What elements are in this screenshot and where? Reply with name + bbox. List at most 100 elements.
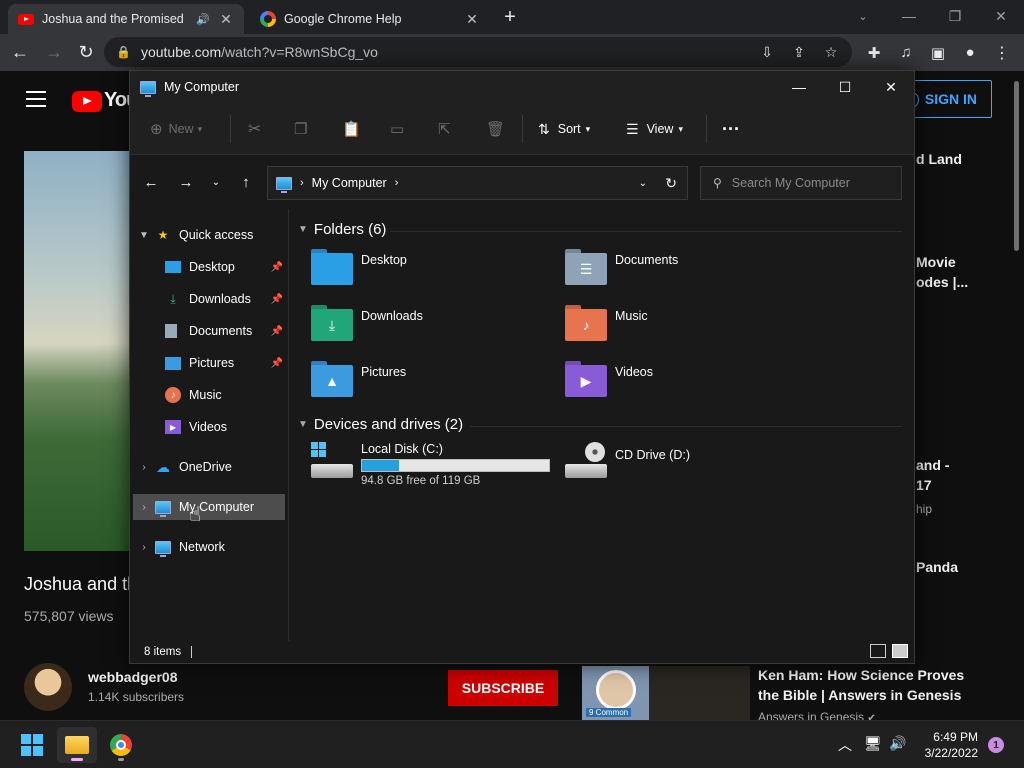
close-button[interactable]: ✕ — [868, 71, 914, 103]
channel-name[interactable]: webbadger08 — [88, 669, 177, 685]
notification-badge[interactable]: 1 — [988, 737, 1004, 753]
address-dropdown-icon[interactable]: ⌄ — [639, 178, 647, 189]
restore-button[interactable]: ❐ — [932, 0, 978, 32]
explorer-title-bar[interactable]: My Computer — ☐ ✕ — [130, 71, 914, 103]
side-panel-icon[interactable]: ▣ — [922, 37, 954, 69]
folder-desktop[interactable]: Desktop — [311, 249, 407, 285]
back-button[interactable]: ← — [137, 169, 165, 195]
nav-item-music[interactable]: ♪ Music — [133, 382, 285, 408]
tab-chrome-help[interactable]: Google Chrome Help ✕ — [250, 4, 490, 34]
channel-avatar[interactable] — [24, 663, 72, 711]
chevron-right-icon[interactable]: › — [133, 502, 155, 513]
maximize-button[interactable]: ☐ — [822, 71, 868, 103]
pin-icon[interactable]: 📌 — [271, 262, 283, 273]
nav-item-videos[interactable]: ▶ Videos — [133, 414, 285, 440]
related-video-thumbnail[interactable]: 9 Common — [582, 666, 750, 721]
share-icon[interactable]: ⇪ — [784, 44, 814, 61]
nav-network[interactable]: › Network — [133, 534, 285, 560]
network-status-icon[interactable]: 🖥 — [864, 735, 882, 752]
new-tab-button[interactable]: + — [498, 6, 522, 30]
forward-button[interactable]: → — [172, 169, 200, 195]
rename-icon[interactable]: ▭ — [390, 117, 404, 141]
video-player[interactable] — [24, 151, 136, 551]
breadcrumb-my-computer[interactable]: My Computer — [312, 176, 387, 190]
chevron-down-icon[interactable]: ▼ — [298, 419, 308, 430]
chrome-taskbar-icon[interactable] — [101, 727, 141, 763]
copy-icon[interactable]: ❐ — [294, 117, 307, 141]
back-button[interactable]: ← — [4, 37, 36, 69]
share-icon[interactable]: ⇱ — [438, 117, 451, 141]
minimize-button[interactable]: — — [776, 71, 822, 103]
chrome-menu-icon[interactable]: ⋮ — [986, 37, 1018, 69]
start-button[interactable] — [12, 727, 52, 763]
tab-youtube[interactable]: Joshua and the Promised Land 🔊 ✕ — [8, 4, 244, 34]
install-icon[interactable]: ⇩ — [752, 44, 782, 61]
lock-icon[interactable]: 🔒 — [116, 45, 131, 59]
page-scrollbar[interactable] — [1012, 71, 1020, 261]
hamburger-menu-icon[interactable] — [26, 91, 46, 107]
side-item-title[interactable]: d Land — [916, 151, 962, 167]
show-hidden-icons[interactable]: ︿ — [838, 735, 852, 755]
paste-icon[interactable]: 📋 — [342, 117, 361, 141]
view-button[interactable]: ☰ View ▾ — [626, 117, 683, 141]
chevron-down-icon[interactable]: ▼ — [298, 224, 308, 235]
volume-icon[interactable]: 🔊 — [889, 735, 906, 752]
reload-button[interactable]: ↻ — [70, 37, 102, 69]
nav-item-documents[interactable]: Documents 📌 — [133, 318, 285, 344]
side-item-title[interactable]: Movie — [916, 254, 956, 270]
sort-button[interactable]: ⇅ Sort ▾ — [538, 117, 590, 141]
chevron-down-icon[interactable]: ▼ — [133, 230, 155, 241]
nav-onedrive[interactable]: › ☁ OneDrive — [133, 454, 285, 480]
chevron-right-icon[interactable]: › — [133, 542, 155, 553]
profile-icon[interactable]: ● — [954, 37, 986, 69]
folder-documents[interactable]: ☰ Documents — [565, 249, 678, 285]
address-box[interactable]: › My Computer › ⌄ ↻ — [267, 166, 688, 200]
speaker-icon[interactable]: 🔊 — [196, 13, 210, 26]
chevron-right-icon[interactable]: › — [133, 462, 155, 473]
breadcrumb-chevron-icon[interactable]: › — [395, 177, 399, 189]
more-options-icon[interactable]: ··· — [722, 117, 740, 141]
pin-icon[interactable]: 📌 — [271, 326, 283, 337]
side-item-title[interactable]: 17 — [916, 477, 932, 493]
nav-my-computer[interactable]: › My Computer — [133, 494, 285, 520]
close-window-button[interactable]: ✕ — [978, 0, 1024, 32]
file-explorer-taskbar-icon[interactable] — [57, 727, 97, 763]
pin-icon[interactable]: 📌 — [271, 294, 283, 305]
side-item-title[interactable]: and - — [916, 457, 949, 473]
new-button[interactable]: ⊕ New ▾ — [150, 117, 202, 141]
folder-videos[interactable]: ▶ Videos — [565, 361, 653, 397]
minimize-button[interactable]: — — [886, 0, 932, 32]
folders-group-header[interactable]: ▼ Folders (6) — [298, 221, 386, 238]
delete-icon[interactable]: 🗑 — [486, 117, 505, 141]
extensions-icon[interactable]: ✚ — [858, 37, 890, 69]
related-video-title[interactable]: Ken Ham: How Science Proves the Bible | … — [758, 665, 968, 705]
drives-group-header[interactable]: ▼ Devices and drives (2) — [298, 416, 463, 433]
folder-downloads[interactable]: ⤓ Downloads — [311, 305, 423, 341]
side-item-title[interactable]: Panda — [916, 559, 958, 575]
search-input[interactable]: ⚲ Search My Computer — [700, 166, 902, 200]
up-button[interactable]: ↑ — [232, 169, 260, 195]
media-control-icon[interactable]: ♫ — [890, 37, 922, 69]
side-item-title[interactable]: odes |... — [916, 274, 968, 290]
close-icon[interactable]: ✕ — [218, 11, 234, 28]
youtube-logo[interactable] — [72, 91, 102, 112]
subscribe-button[interactable]: SUBSCRIBE — [448, 670, 558, 706]
recent-locations-icon[interactable]: ⌄ — [202, 169, 230, 195]
nav-item-pictures[interactable]: Pictures 📌 — [133, 350, 285, 376]
drive-d[interactable]: CD Drive (D:) — [565, 442, 690, 478]
large-icons-view-icon[interactable] — [892, 644, 908, 658]
details-view-icon[interactable] — [870, 644, 886, 658]
refresh-icon[interactable]: ↻ — [665, 175, 677, 192]
close-icon[interactable]: ✕ — [464, 11, 480, 28]
cut-icon[interactable]: ✂ — [248, 117, 261, 141]
nav-item-downloads[interactable]: ⤓ Downloads 📌 — [133, 286, 285, 312]
address-bar[interactable]: 🔒 youtube.com /watch?v=R8wnSbCg_vo ⇩ ⇪ ☆ — [104, 37, 852, 67]
folder-music[interactable]: ♪ Music — [565, 305, 648, 341]
forward-button[interactable]: → — [38, 37, 70, 69]
drive-c[interactable]: Local Disk (C:) 94.8 GB free of 119 GB — [311, 442, 550, 487]
bookmark-star-icon[interactable]: ☆ — [816, 44, 846, 61]
nav-quick-access[interactable]: ▼ ★ Quick access — [133, 222, 285, 248]
clock[interactable]: 6:49 PM 3/22/2022 — [918, 729, 978, 761]
pin-icon[interactable]: 📌 — [271, 358, 283, 369]
folder-pictures[interactable]: ▲ Pictures — [311, 361, 406, 397]
